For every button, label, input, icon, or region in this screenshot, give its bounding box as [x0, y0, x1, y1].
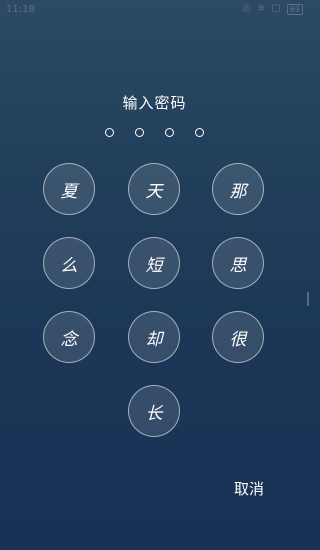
pin-indicator: [0, 128, 309, 140]
status-icons: ◎ ≋ ▢ 69: [242, 3, 303, 15]
battery-icon: 69: [286, 3, 303, 15]
key-1[interactable]: 夏: [43, 163, 95, 215]
edge-handle: [307, 292, 309, 306]
status-bar: 11:18 ◎ ≋ ▢ 69: [0, 0, 309, 18]
key-2[interactable]: 天: [128, 163, 180, 215]
cancel-button[interactable]: 取消: [234, 478, 264, 499]
key-5[interactable]: 短: [128, 237, 180, 289]
wifi-icon: ≋: [256, 3, 266, 14]
key-4[interactable]: 么: [43, 237, 95, 289]
key-6[interactable]: 思: [212, 237, 264, 289]
sim-icon: ▢: [271, 3, 281, 14]
key-0[interactable]: 长: [128, 385, 180, 437]
key-7[interactable]: 念: [43, 311, 95, 363]
pin-dot: [135, 128, 144, 137]
alarm-icon: ◎: [242, 3, 251, 14]
key-8[interactable]: 却: [128, 311, 180, 363]
pin-dot: [195, 128, 204, 137]
key-3[interactable]: 那: [212, 163, 264, 215]
status-time: 11:18: [6, 3, 35, 15]
pin-dot: [165, 128, 174, 137]
key-9[interactable]: 很: [212, 311, 264, 363]
battery-level: 69: [289, 4, 300, 14]
page-title: 输入密码: [122, 94, 187, 112]
pin-dot: [105, 128, 114, 137]
